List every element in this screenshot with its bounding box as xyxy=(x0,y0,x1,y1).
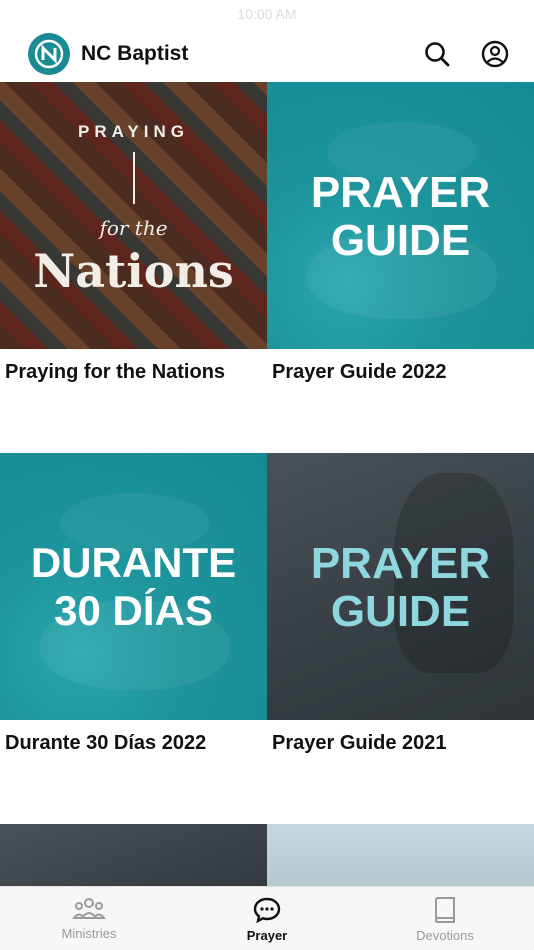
thumbnail-art-text: Nations xyxy=(33,244,234,298)
card-thumbnail-partial[interactable] xyxy=(267,824,534,888)
card-durante-30-dias[interactable]: DURANTE 30 DÍAS Durante 30 Días 2022 xyxy=(0,453,267,824)
thumbnail-art-text: PRAYING xyxy=(78,122,189,141)
card-thumbnail: PRAYER GUIDE xyxy=(267,453,534,720)
nc-baptist-logo-icon[interactable] xyxy=(28,33,70,75)
header-actions xyxy=(422,39,510,69)
card-thumbnail-partial[interactable] xyxy=(0,824,267,888)
grid-row: DURANTE 30 DÍAS Durante 30 Días 2022 PRA… xyxy=(0,453,534,824)
card-thumbnail: PRAYER GUIDE xyxy=(267,82,534,349)
tab-label: Devotions xyxy=(416,928,474,943)
card-prayer-guide-2022[interactable]: PRAYER GUIDE Prayer Guide 2022 xyxy=(267,82,534,453)
book-icon xyxy=(435,897,455,923)
app-header: NC Baptist xyxy=(0,26,534,82)
card-title: Durante 30 Días 2022 xyxy=(5,732,207,754)
card-praying-for-the-nations[interactable]: PRAYING for the Nations Praying for the … xyxy=(0,82,267,453)
thumbnail-art-text: GUIDE xyxy=(330,216,471,265)
card-title: Praying for the Nations xyxy=(5,361,226,383)
status-time: 10:00 AM xyxy=(237,6,297,22)
card-title: Prayer Guide 2021 xyxy=(272,732,447,754)
account-icon[interactable] xyxy=(480,39,510,69)
card-thumbnail: DURANTE 30 DÍAS xyxy=(0,453,267,720)
tab-label: Prayer xyxy=(246,928,288,943)
thumbnail-art-text: 30 DÍAS xyxy=(54,587,213,634)
app-title: NC Baptist xyxy=(81,42,189,65)
thumbnail-art-text: for the xyxy=(99,216,168,240)
thumbnail-art-text: DURANTE xyxy=(30,539,237,586)
card-title: Prayer Guide 2022 xyxy=(272,361,447,383)
thumbnail-divider xyxy=(133,152,135,204)
tab-bar: Ministries Prayer Devotions xyxy=(0,886,534,950)
tab-label: Ministries xyxy=(61,926,117,941)
people-icon xyxy=(72,898,106,919)
grid-row-partial xyxy=(0,824,534,888)
tab-ministries[interactable]: Ministries xyxy=(0,887,178,950)
search-icon[interactable] xyxy=(422,39,452,69)
tab-devotions[interactable]: Devotions xyxy=(356,887,534,950)
grid-row: PRAYING for the Nations Praying for the … xyxy=(0,82,534,453)
status-bar: 10:00 AM xyxy=(0,0,534,26)
card-prayer-guide-2021[interactable]: PRAYER GUIDE Prayer Guide 2021 xyxy=(267,453,534,824)
card-thumbnail: PRAYING for the Nations xyxy=(0,82,267,349)
thumbnail-art-text: GUIDE xyxy=(330,587,471,636)
chat-bubble-icon xyxy=(253,897,281,924)
tab-prayer[interactable]: Prayer xyxy=(178,887,356,950)
thumbnail-art-text: PRAYER xyxy=(310,168,491,217)
prayer-grid: PRAYING for the Nations Praying for the … xyxy=(0,82,534,888)
thumbnail-art-text: PRAYER xyxy=(310,539,491,588)
